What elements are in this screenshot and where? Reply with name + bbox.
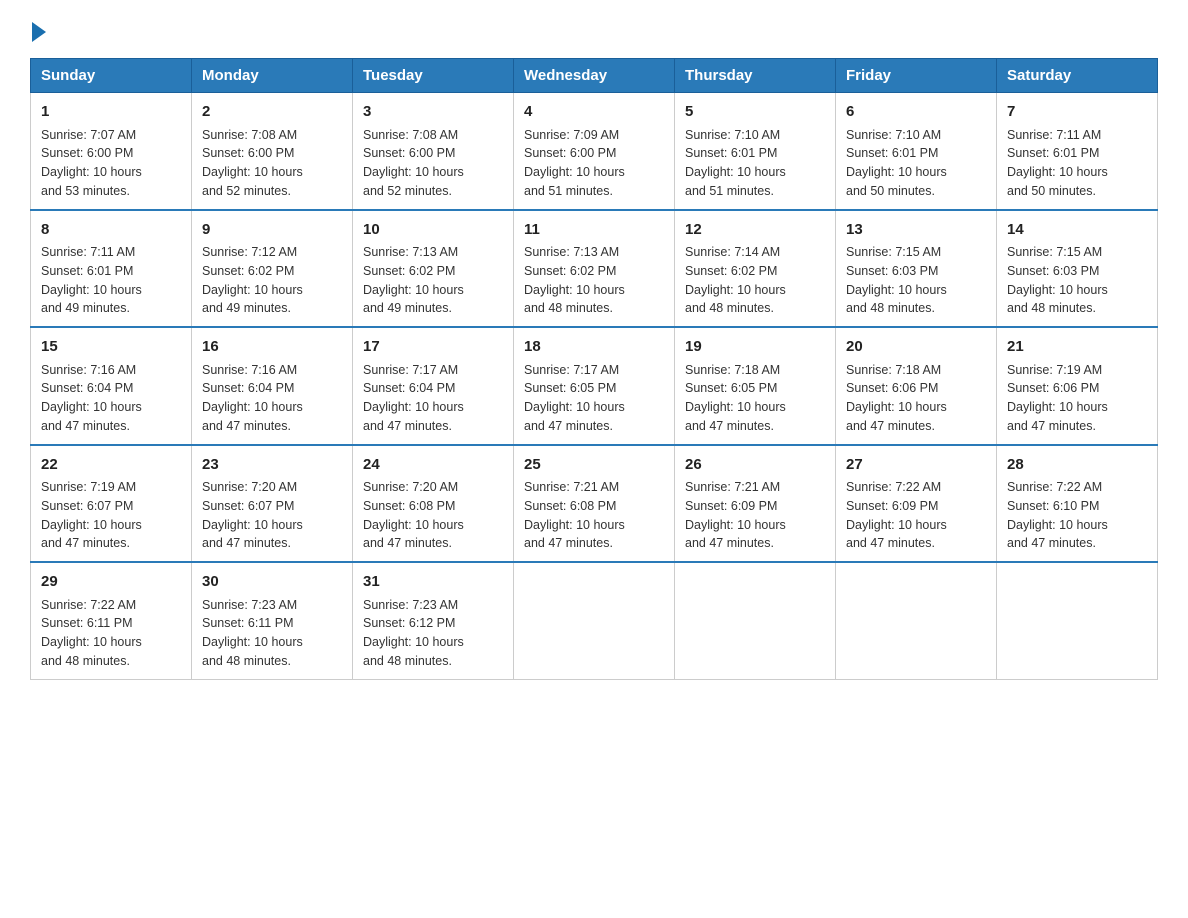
calendar-cell: 8Sunrise: 7:11 AMSunset: 6:01 PMDaylight… bbox=[31, 210, 192, 328]
calendar-week-row: 15Sunrise: 7:16 AMSunset: 6:04 PMDayligh… bbox=[31, 327, 1158, 445]
day-number: 7 bbox=[1007, 101, 1147, 124]
day-number: 17 bbox=[363, 336, 503, 359]
day-number: 8 bbox=[41, 219, 181, 242]
calendar-cell: 27Sunrise: 7:22 AMSunset: 6:09 PMDayligh… bbox=[836, 445, 997, 563]
day-number: 21 bbox=[1007, 336, 1147, 359]
day-number: 14 bbox=[1007, 219, 1147, 242]
calendar-cell: 29Sunrise: 7:22 AMSunset: 6:11 PMDayligh… bbox=[31, 562, 192, 679]
calendar-cell: 15Sunrise: 7:16 AMSunset: 6:04 PMDayligh… bbox=[31, 327, 192, 445]
day-number: 4 bbox=[524, 101, 664, 124]
day-number: 30 bbox=[202, 571, 342, 594]
calendar-week-row: 1Sunrise: 7:07 AMSunset: 6:00 PMDaylight… bbox=[31, 93, 1158, 210]
day-number: 3 bbox=[363, 101, 503, 124]
calendar-cell: 4Sunrise: 7:09 AMSunset: 6:00 PMDaylight… bbox=[514, 93, 675, 210]
day-number: 20 bbox=[846, 336, 986, 359]
calendar-table: SundayMondayTuesdayWednesdayThursdayFrid… bbox=[30, 58, 1158, 680]
calendar-cell: 17Sunrise: 7:17 AMSunset: 6:04 PMDayligh… bbox=[353, 327, 514, 445]
calendar-week-row: 29Sunrise: 7:22 AMSunset: 6:11 PMDayligh… bbox=[31, 562, 1158, 679]
day-number: 18 bbox=[524, 336, 664, 359]
calendar-cell: 1Sunrise: 7:07 AMSunset: 6:00 PMDaylight… bbox=[31, 93, 192, 210]
calendar-week-row: 22Sunrise: 7:19 AMSunset: 6:07 PMDayligh… bbox=[31, 445, 1158, 563]
calendar-cell: 23Sunrise: 7:20 AMSunset: 6:07 PMDayligh… bbox=[192, 445, 353, 563]
day-number: 12 bbox=[685, 219, 825, 242]
calendar-cell: 10Sunrise: 7:13 AMSunset: 6:02 PMDayligh… bbox=[353, 210, 514, 328]
calendar-cell: 12Sunrise: 7:14 AMSunset: 6:02 PMDayligh… bbox=[675, 210, 836, 328]
calendar-cell: 19Sunrise: 7:18 AMSunset: 6:05 PMDayligh… bbox=[675, 327, 836, 445]
day-number: 2 bbox=[202, 101, 342, 124]
calendar-cell: 9Sunrise: 7:12 AMSunset: 6:02 PMDaylight… bbox=[192, 210, 353, 328]
calendar-cell bbox=[997, 562, 1158, 679]
calendar-cell: 22Sunrise: 7:19 AMSunset: 6:07 PMDayligh… bbox=[31, 445, 192, 563]
day-number: 22 bbox=[41, 454, 181, 477]
calendar-cell: 26Sunrise: 7:21 AMSunset: 6:09 PMDayligh… bbox=[675, 445, 836, 563]
calendar-cell: 7Sunrise: 7:11 AMSunset: 6:01 PMDaylight… bbox=[997, 93, 1158, 210]
day-number: 15 bbox=[41, 336, 181, 359]
day-number: 11 bbox=[524, 219, 664, 242]
day-number: 1 bbox=[41, 101, 181, 124]
day-number: 16 bbox=[202, 336, 342, 359]
day-number: 26 bbox=[685, 454, 825, 477]
column-header-wednesday: Wednesday bbox=[514, 59, 675, 93]
calendar-cell: 6Sunrise: 7:10 AMSunset: 6:01 PMDaylight… bbox=[836, 93, 997, 210]
calendar-week-row: 8Sunrise: 7:11 AMSunset: 6:01 PMDaylight… bbox=[31, 210, 1158, 328]
calendar-cell bbox=[514, 562, 675, 679]
calendar-header-row: SundayMondayTuesdayWednesdayThursdayFrid… bbox=[31, 59, 1158, 93]
calendar-cell: 13Sunrise: 7:15 AMSunset: 6:03 PMDayligh… bbox=[836, 210, 997, 328]
day-number: 19 bbox=[685, 336, 825, 359]
calendar-cell: 16Sunrise: 7:16 AMSunset: 6:04 PMDayligh… bbox=[192, 327, 353, 445]
calendar-cell: 24Sunrise: 7:20 AMSunset: 6:08 PMDayligh… bbox=[353, 445, 514, 563]
day-number: 23 bbox=[202, 454, 342, 477]
calendar-cell: 14Sunrise: 7:15 AMSunset: 6:03 PMDayligh… bbox=[997, 210, 1158, 328]
calendar-cell: 20Sunrise: 7:18 AMSunset: 6:06 PMDayligh… bbox=[836, 327, 997, 445]
day-number: 27 bbox=[846, 454, 986, 477]
day-number: 5 bbox=[685, 101, 825, 124]
column-header-friday: Friday bbox=[836, 59, 997, 93]
calendar-cell: 31Sunrise: 7:23 AMSunset: 6:12 PMDayligh… bbox=[353, 562, 514, 679]
day-number: 13 bbox=[846, 219, 986, 242]
page-header bbox=[30, 20, 1158, 38]
calendar-cell: 3Sunrise: 7:08 AMSunset: 6:00 PMDaylight… bbox=[353, 93, 514, 210]
calendar-cell: 25Sunrise: 7:21 AMSunset: 6:08 PMDayligh… bbox=[514, 445, 675, 563]
column-header-saturday: Saturday bbox=[997, 59, 1158, 93]
column-header-thursday: Thursday bbox=[675, 59, 836, 93]
calendar-cell: 2Sunrise: 7:08 AMSunset: 6:00 PMDaylight… bbox=[192, 93, 353, 210]
day-number: 10 bbox=[363, 219, 503, 242]
day-number: 28 bbox=[1007, 454, 1147, 477]
day-number: 9 bbox=[202, 219, 342, 242]
day-number: 6 bbox=[846, 101, 986, 124]
calendar-cell: 28Sunrise: 7:22 AMSunset: 6:10 PMDayligh… bbox=[997, 445, 1158, 563]
column-header-sunday: Sunday bbox=[31, 59, 192, 93]
day-number: 24 bbox=[363, 454, 503, 477]
day-number: 29 bbox=[41, 571, 181, 594]
calendar-cell: 5Sunrise: 7:10 AMSunset: 6:01 PMDaylight… bbox=[675, 93, 836, 210]
day-number: 25 bbox=[524, 454, 664, 477]
column-header-monday: Monday bbox=[192, 59, 353, 93]
day-number: 31 bbox=[363, 571, 503, 594]
calendar-cell: 30Sunrise: 7:23 AMSunset: 6:11 PMDayligh… bbox=[192, 562, 353, 679]
calendar-cell: 18Sunrise: 7:17 AMSunset: 6:05 PMDayligh… bbox=[514, 327, 675, 445]
calendar-cell bbox=[836, 562, 997, 679]
calendar-cell: 11Sunrise: 7:13 AMSunset: 6:02 PMDayligh… bbox=[514, 210, 675, 328]
calendar-cell: 21Sunrise: 7:19 AMSunset: 6:06 PMDayligh… bbox=[997, 327, 1158, 445]
calendar-cell bbox=[675, 562, 836, 679]
column-header-tuesday: Tuesday bbox=[353, 59, 514, 93]
logo-arrow-icon bbox=[32, 22, 46, 42]
logo bbox=[30, 20, 46, 38]
